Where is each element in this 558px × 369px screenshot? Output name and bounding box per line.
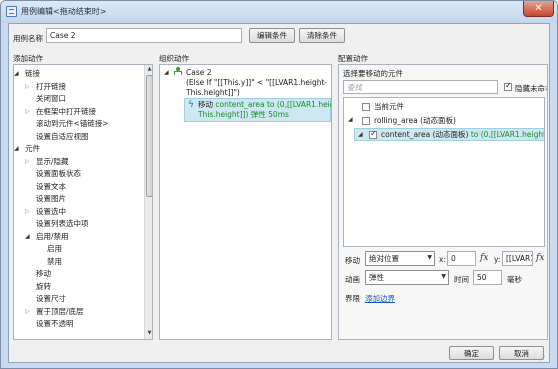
bounds-label: 界限 xyxy=(345,294,360,303)
tree-item-current[interactable]: 当前元件 xyxy=(374,101,404,112)
hide-unnamed-label: 隐藏未命名的元件 xyxy=(515,84,547,93)
animation-label: 动画 xyxy=(345,275,360,284)
add-action-header: 添加动作 xyxy=(13,54,43,63)
time-label: 时间 xyxy=(454,275,469,284)
tree-item[interactable]: 在框架中打开链接 xyxy=(36,106,96,117)
ms-label: 毫秒 xyxy=(507,275,522,284)
select-widget-label: 选择要移动的元件 xyxy=(343,69,403,78)
dropdown-arrow-icon: ▼ xyxy=(427,254,432,261)
tree-item[interactable]: 移动 xyxy=(36,268,51,279)
add-action-tree: ◢ 链接 ▷ 打开链接 关闭窗口 ▷ 在框架中打开链接 滚动到元件<锚链接> 设置自适应视图 ◢ 元… xyxy=(13,64,153,340)
tree-item-rolling[interactable]: rolling_area (动态面板) xyxy=(374,115,456,126)
window-title: 用例编辑<拖动结束时> xyxy=(21,7,107,16)
time-input[interactable]: 50 xyxy=(473,270,502,285)
tree-item[interactable]: 滚动到元件<锚链接> xyxy=(36,118,109,129)
tree-item[interactable]: 链接 xyxy=(25,68,40,79)
expand-content-icon[interactable]: ◢ xyxy=(358,129,363,140)
animation-select[interactable]: 弹性 ▼ xyxy=(365,270,449,285)
move-mode-value: 绝对位置 xyxy=(369,254,399,263)
configure-action-header: 配置动作 xyxy=(338,54,368,63)
widget-tree: 当前元件 ◢ rolling_area (动态面板) ◢ content_are… xyxy=(343,97,545,247)
search-input[interactable]: 查找 xyxy=(343,80,498,94)
rolling-area-checkbox[interactable] xyxy=(362,117,370,125)
collapse-arrow-icon[interactable]: ◢ xyxy=(14,143,19,154)
tree-item[interactable]: 显示/隐藏 xyxy=(36,156,69,167)
case-icon xyxy=(173,67,183,76)
tree-item[interactable]: 设置自适应视图 xyxy=(36,131,89,142)
organize-action-header: 组织动作 xyxy=(159,54,189,63)
close-button[interactable]: ✕ xyxy=(523,1,554,17)
tree-item[interactable]: 设置不透明 xyxy=(36,318,74,329)
title-bar[interactable]: 用例编辑<拖动结束时> ✕ xyxy=(1,1,557,23)
dialog-window: 用例编辑<拖动结束时> ✕ 用例名称 Case 2 编辑条件 清除条件 添加动作… xyxy=(0,0,558,369)
x-label: x: xyxy=(439,255,446,264)
tree-item[interactable]: 启用 xyxy=(47,243,62,254)
tree-item[interactable]: 设置尺寸 xyxy=(36,293,66,304)
x-fx-button[interactable]: fx xyxy=(480,253,488,263)
app-icon xyxy=(6,6,17,17)
tree-item[interactable]: 元件 xyxy=(25,143,40,154)
hide-unnamed-checkbox[interactable] xyxy=(504,81,512,91)
cancel-button[interactable]: 取消 xyxy=(499,346,544,360)
add-action-scrollbar[interactable]: ▲ ▼ xyxy=(144,65,152,339)
expand-rolling-icon[interactable]: ◢ xyxy=(348,114,353,125)
content-area-name: content_area (动态面板) xyxy=(381,130,469,139)
animation-value: 弹性 xyxy=(369,273,384,282)
action-prefix: 移动 xyxy=(198,100,213,109)
expand-case-icon[interactable]: ◢ xyxy=(164,67,169,78)
edit-condition-button[interactable]: 编辑条件 xyxy=(249,28,295,43)
expand-arrow-icon[interactable]: ▷ xyxy=(25,81,30,92)
tree-item[interactable]: 设置文本 xyxy=(36,181,66,192)
scroll-up-arrow-icon[interactable]: ▲ xyxy=(145,65,152,74)
case-name-input[interactable]: Case 2 xyxy=(46,28,242,43)
expand-arrow-icon[interactable]: ▷ xyxy=(25,306,30,317)
move-mode-select[interactable]: 绝对位置 ▼ xyxy=(365,251,435,266)
lightning-icon: ϟ xyxy=(188,100,194,110)
add-bounds-link[interactable]: 添加边界 xyxy=(365,293,395,304)
tree-item[interactable]: 启用/禁用 xyxy=(36,231,69,242)
current-widget-checkbox[interactable] xyxy=(362,103,370,111)
expand-arrow-icon[interactable]: ▷ xyxy=(25,106,30,117)
tree-item[interactable]: 设置面板状态 xyxy=(36,168,81,179)
resize-grip-icon[interactable]: ⋰ xyxy=(539,354,549,364)
content-area-target: to (0,[[LVAR1.height-This.height] xyxy=(470,130,544,139)
x-input[interactable]: 0 xyxy=(447,251,476,266)
dialog-body: 用例名称 Case 2 编辑条件 清除条件 添加动作 ◢ 链接 ▷ 打开链接 关闭窗口 ▷… xyxy=(8,23,550,363)
scroll-thumb[interactable] xyxy=(146,75,152,197)
expand-arrow-icon[interactable]: ▷ xyxy=(25,206,30,217)
content-area-checkbox[interactable] xyxy=(369,129,377,139)
tree-item-content[interactable]: content_area (动态面板) to (0,[[LVAR1.height… xyxy=(381,129,544,140)
action-target: content_area to (0,[[LVAR1.height- xyxy=(215,100,332,109)
case-condition-line2: This.height]]") xyxy=(186,88,240,97)
case-name-label: 用例名称 xyxy=(13,34,43,43)
tree-item[interactable]: 关闭窗口 xyxy=(36,93,66,104)
tree-item[interactable]: 禁用 xyxy=(47,256,62,267)
configure-action-panel: 选择要移动的元件 查找 隐藏未命名的元件 当前元件 ◢ rolling_area… xyxy=(338,64,548,340)
tree-item[interactable]: 置于顶层/底层 xyxy=(36,306,84,317)
tree-item[interactable]: 打开链接 xyxy=(36,81,66,92)
tree-item[interactable]: 设置选中 xyxy=(36,206,66,217)
tree-item[interactable]: 设置列表选中项 xyxy=(36,218,89,229)
y-fx-button[interactable]: fx xyxy=(536,253,544,263)
y-label: y: xyxy=(494,255,501,264)
dropdown-arrow-icon: ▼ xyxy=(441,273,446,280)
move-label: 移动 xyxy=(345,256,360,265)
action-line2: This.height]]) 弹性 50ms xyxy=(198,110,289,119)
tree-item[interactable]: 旋转 xyxy=(36,281,51,292)
collapse-arrow-icon[interactable]: ◢ xyxy=(25,231,30,242)
collapse-arrow-icon[interactable]: ◢ xyxy=(14,68,19,79)
scroll-down-arrow-icon[interactable]: ▼ xyxy=(145,329,152,338)
y-input[interactable]: [[LVAR1. xyxy=(502,251,533,266)
ok-button[interactable]: 确定 xyxy=(449,346,494,360)
tree-item[interactable]: 设置图片 xyxy=(36,193,66,204)
clear-condition-button[interactable]: 清除条件 xyxy=(299,28,345,43)
organize-action-panel: ◢ Case 2 (Else If "[[This.y]]" < "[[LVAR… xyxy=(159,64,332,340)
expand-arrow-icon[interactable]: ▷ xyxy=(25,156,30,167)
